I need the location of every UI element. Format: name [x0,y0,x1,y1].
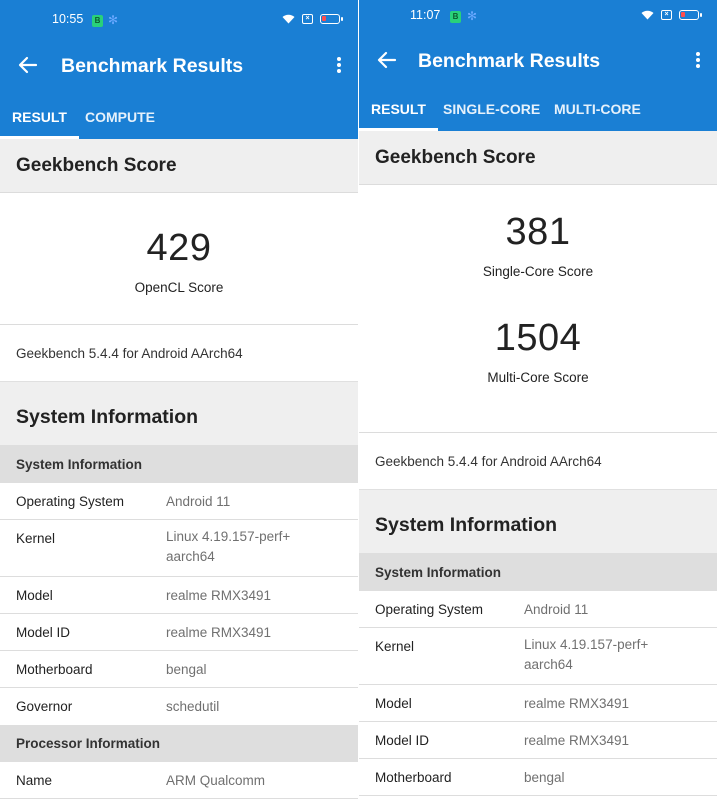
info-row: Motherboard bengal [359,759,717,796]
notification-badge-icon: B [450,11,461,23]
page-title: Benchmark Results [418,50,601,72]
row-value: Linux 4.19.157-perf+ [524,637,649,652]
gear-icon: ✻ [467,9,478,23]
version-text: Geekbench 5.4.4 for Android AArch64 [359,433,717,489]
single-core-score-value: 381 [505,211,571,253]
multi-core-score-value: 1504 [494,317,582,359]
info-row: Model realme RMX3491 [0,577,358,614]
row-key: Model ID [375,733,430,748]
tab-compute[interactable]: COMPUTE [85,95,155,139]
row-key: Operating System [375,602,484,617]
row-value: bengal [524,770,565,785]
more-vert-icon[interactable] [334,55,344,77]
opencl-score-value: 429 [146,227,212,269]
system-information-title: System Information [359,490,717,553]
row-value-line2: aarch64 [166,549,215,564]
info-row: Name ARM Qualcomm [0,762,358,799]
info-row: Model realme RMX3491 [359,685,717,722]
status-icons: × [282,14,343,24]
row-key: Governor [16,699,73,714]
geekbench-score-header: Geekbench Score [359,131,717,184]
tab-bar: RESULT SINGLE-CORE MULTI-CORE [359,87,717,131]
row-value: Android 11 [166,494,231,509]
row-value: Linux 4.19.157-perf+ [166,529,291,544]
row-key: Kernel [16,531,56,546]
status-icons: × [641,10,702,20]
status-time: 10:55 [52,12,84,26]
app-bar: 11:07 B ✻ × Benchmark Results RESULT SIN… [359,0,717,131]
status-bar: 10:55 B ✻ × [0,12,358,32]
sim-off-icon: × [661,10,672,20]
row-value-line2: aarch64 [524,657,573,672]
row-key: Motherboard [16,662,93,677]
toolbar: Benchmark Results [359,40,717,80]
opencl-score-label: OpenCL Score [134,280,224,295]
tab-single-core[interactable]: SINGLE-CORE [443,87,540,131]
row-value: realme RMX3491 [166,625,272,640]
tab-bar: RESULT COMPUTE [0,95,358,139]
row-value: Android 11 [524,602,589,617]
tab-result[interactable]: RESULT [0,95,79,139]
row-value: realme RMX3491 [166,588,272,603]
row-key: Name [16,773,53,788]
info-row: Operating System Android 11 [0,483,358,520]
sim-off-icon: × [302,14,313,24]
row-key: Model [375,696,412,711]
page-title: Benchmark Results [61,55,244,77]
info-row: Motherboard bengal [0,651,358,688]
system-information-subheader: System Information [359,553,717,591]
multi-core-score-label: Multi-Core Score [487,370,589,385]
row-key: Model ID [16,625,71,640]
single-core-score-label: Single-Core Score [482,264,594,279]
row-value: realme RMX3491 [524,733,630,748]
status-time: 11:07 [410,8,441,22]
toolbar: Benchmark Results [0,45,358,85]
system-information-title: System Information [0,382,358,445]
geekbench-score-header: Geekbench Score [0,139,358,192]
status-bar: 11:07 B ✻ × [359,8,717,28]
score-block: 429 OpenCL Score [0,193,358,324]
tab-multi-core[interactable]: MULTI-CORE [554,87,641,131]
wifi-icon [641,10,654,20]
info-row: Operating System Android 11 [359,591,717,628]
results-content: Geekbench Score 429 OpenCL Score Geekben… [0,139,358,799]
row-value: ARM Qualcomm [166,773,266,788]
gear-icon: ✻ [108,13,119,27]
right-screenshot: 11:07 B ✻ × Benchmark Results RESULT SIN… [359,0,717,800]
row-key: Operating System [16,494,125,509]
battery-icon [320,14,343,24]
notification-badge-icon: B [92,15,103,27]
back-arrow-icon[interactable] [375,48,399,72]
info-row: Kernel Linux 4.19.157-perf+ aarch64 [359,628,717,685]
row-key: Model [16,588,53,603]
back-arrow-icon[interactable] [16,53,40,77]
left-screenshot: 10:55 B ✻ × Benchmark Results RESULT COM… [0,0,358,800]
more-vert-icon[interactable] [693,50,703,72]
system-information-subheader: System Information [0,445,358,483]
info-row: Model ID realme RMX3491 [0,614,358,651]
wifi-icon [282,14,295,24]
row-value: schedutil [166,699,220,714]
results-content: Geekbench Score 381 Single-Core Score 15… [359,131,717,796]
score-block: 381 Single-Core Score 1504 Multi-Core Sc… [359,185,717,432]
battery-icon [679,10,702,20]
version-text: Geekbench 5.4.4 for Android AArch64 [0,325,358,381]
row-value: realme RMX3491 [524,696,630,711]
row-key: Kernel [375,639,415,654]
row-key: Motherboard [375,770,452,785]
info-row: Kernel Linux 4.19.157-perf+ aarch64 [0,520,358,577]
row-value: bengal [166,662,207,677]
info-row: Model ID realme RMX3491 [359,722,717,759]
processor-information-subheader: Processor Information [0,725,358,762]
tab-result[interactable]: RESULT [359,87,438,131]
info-row: Governor schedutil [0,688,358,725]
app-bar: 10:55 B ✻ × Benchmark Results RESULT COM… [0,0,358,139]
